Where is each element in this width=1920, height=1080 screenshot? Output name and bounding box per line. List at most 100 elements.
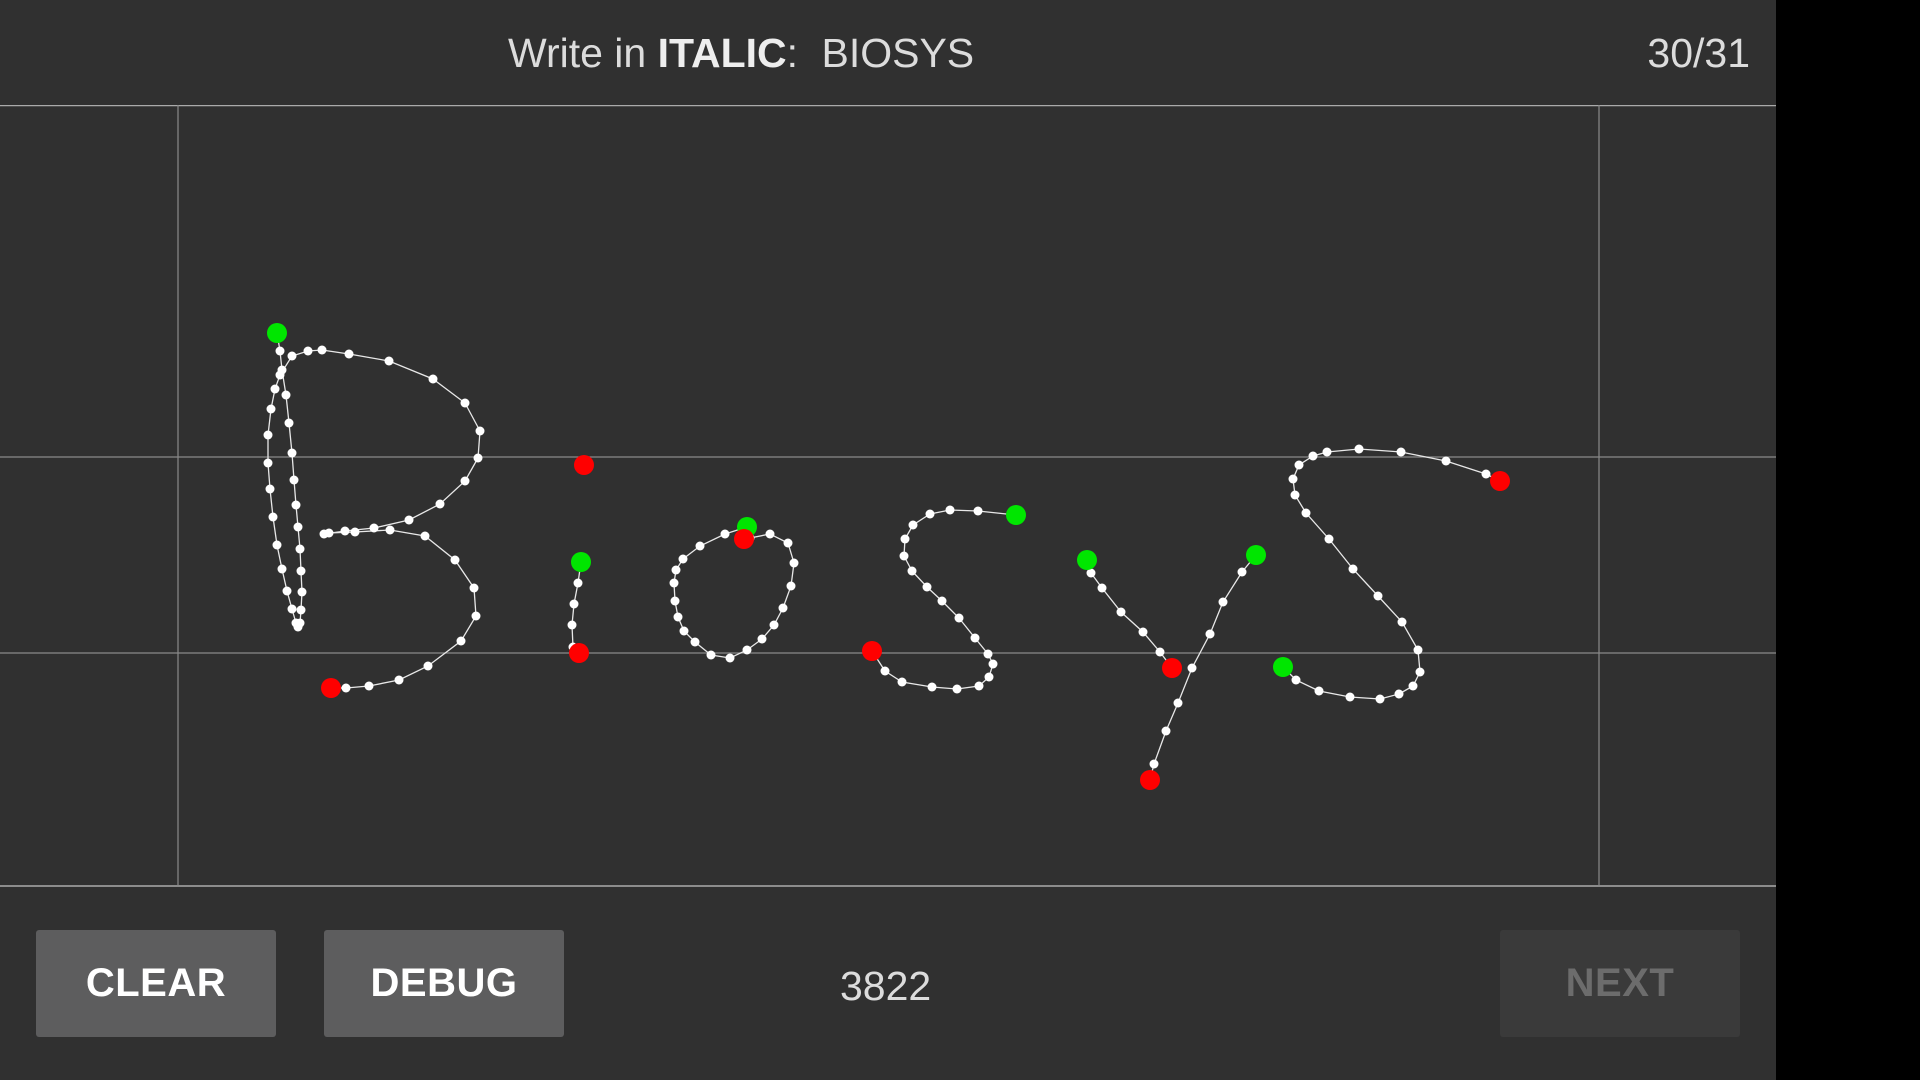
stroke-sample-point <box>296 605 306 615</box>
stroke-sample-point <box>569 599 579 609</box>
next-button[interactable]: NEXT <box>1500 930 1740 1037</box>
stroke-end-marker <box>734 529 754 549</box>
stroke-sample-point <box>786 581 796 591</box>
stroke-sample-point <box>1187 663 1197 673</box>
stroke-sample-point <box>287 448 297 458</box>
stroke-start-marker <box>1006 505 1026 525</box>
stroke-sample-point <box>1375 694 1385 704</box>
stroke-sample-point <box>897 677 907 687</box>
bottom-toolbar: CLEAR DEBUG 3822 NEXT <box>0 887 1776 1080</box>
stroke-sample-point <box>282 586 292 596</box>
stroke-sample-point <box>984 672 994 682</box>
stroke-sample-point <box>435 499 445 509</box>
stroke-start-marker <box>267 323 287 343</box>
stroke-sample-point <box>263 458 273 468</box>
stroke-sample-point <box>1481 469 1491 479</box>
stroke-start-marker <box>1273 657 1293 677</box>
stroke-sample-point <box>720 529 730 539</box>
stroke-end-marker <box>321 678 341 698</box>
stroke-sample-point <box>350 527 360 537</box>
header-bar: Write in ITALIC: BIOSYS 30/31 <box>0 0 1776 105</box>
stroke-sample-point <box>1354 444 1364 454</box>
stroke-sample-point <box>670 596 680 606</box>
stroke-sample-point <box>974 681 984 691</box>
stroke-sample-point <box>1290 490 1300 500</box>
stroke-sample-point <box>952 684 962 694</box>
stroke-sample-point <box>1288 474 1298 484</box>
stroke-sample-point <box>742 645 752 655</box>
stroke-sample-point <box>725 653 735 663</box>
stroke-sample-point <box>983 649 993 659</box>
stroke-sample-point <box>1116 607 1126 617</box>
stroke-sample-point <box>1218 597 1228 607</box>
stroke-sample-point <box>475 426 485 436</box>
stroke-sample-point <box>428 374 438 384</box>
stroke-sample-point <box>1322 447 1332 457</box>
stroke-sample-point <box>364 681 374 691</box>
stroke-sample-point <box>1408 681 1418 691</box>
stroke-sample-point <box>1345 692 1355 702</box>
stroke-sample-point <box>263 430 273 440</box>
stroke-start-marker <box>1077 550 1097 570</box>
stroke-sample-point <box>297 587 307 597</box>
prompt-prefix: Write in <box>508 30 647 76</box>
drawing-canvas[interactable] <box>0 105 1776 887</box>
stroke-sample-point <box>1173 698 1183 708</box>
stroke-sample-point <box>706 650 716 660</box>
stroke-sample-point <box>340 526 350 536</box>
stroke-sample-point <box>277 564 287 574</box>
stroke-sample-point <box>757 634 767 644</box>
stroke-sample-point <box>275 346 285 356</box>
stroke-sample-point <box>973 506 983 516</box>
stroke-path-3 <box>673 526 795 659</box>
stroke-sample-point <box>567 620 577 630</box>
stroke-sample-point <box>275 370 285 380</box>
stroke-sample-point <box>1314 686 1324 696</box>
stroke-sample-point <box>1237 567 1247 577</box>
stroke-sample-point <box>899 551 909 561</box>
stroke-sample-point <box>970 633 980 643</box>
target-word: BIOSYS <box>821 30 975 76</box>
stroke-sample-point <box>1205 629 1215 639</box>
stroke-sample-point <box>769 620 779 630</box>
stroke-sample-point <box>270 384 280 394</box>
stroke-sample-point <box>284 418 294 428</box>
stroke-sample-point <box>945 505 955 515</box>
stroke-sample-point <box>783 538 793 548</box>
stroke-sample-point <box>265 484 275 494</box>
debug-button[interactable]: DEBUG <box>324 930 564 1037</box>
stroke-sample-point <box>1415 667 1425 677</box>
clear-button[interactable]: CLEAR <box>36 930 276 1037</box>
stroke-sample-point <box>1097 583 1107 593</box>
stroke-sample-point <box>1324 534 1334 544</box>
stroke-sample-point <box>1441 456 1451 466</box>
stroke-sample-point <box>296 566 306 576</box>
stroke-sample-point <box>1396 447 1406 457</box>
stroke-sample-point <box>287 604 297 614</box>
progress-counter: 30/31 <box>1647 30 1750 76</box>
handwriting-strokes <box>0 105 1776 887</box>
stroke-sample-point <box>291 618 301 628</box>
stroke-sample-point <box>573 578 583 588</box>
stroke-sample-point <box>303 346 313 356</box>
stroke-sample-point <box>1138 627 1148 637</box>
stroke-sample-point <box>450 555 460 565</box>
stroke-sample-point <box>281 390 291 400</box>
stroke-sample-point <box>293 522 303 532</box>
stroke-end-marker <box>862 641 882 661</box>
stroke-sample-point <box>287 351 297 361</box>
stroke-sample-point <box>690 637 700 647</box>
stroke-sample-point <box>988 659 998 669</box>
stroke-sample-point <box>291 500 301 510</box>
stroke-end-marker <box>569 643 589 663</box>
stroke-sample-point <box>404 515 414 525</box>
stroke-sample-point <box>473 453 483 463</box>
handwriting-app: Write in ITALIC: BIOSYS 30/31 CLEAR DEBU… <box>0 0 1776 1080</box>
stroke-sample-point <box>394 675 404 685</box>
stroke-sample-point <box>1413 645 1423 655</box>
stroke-sample-point <box>880 666 890 676</box>
stroke-path-7 <box>1282 448 1501 700</box>
stroke-sample-point <box>907 566 917 576</box>
stroke-sample-point <box>954 613 964 623</box>
stroke-sample-point <box>384 356 394 366</box>
